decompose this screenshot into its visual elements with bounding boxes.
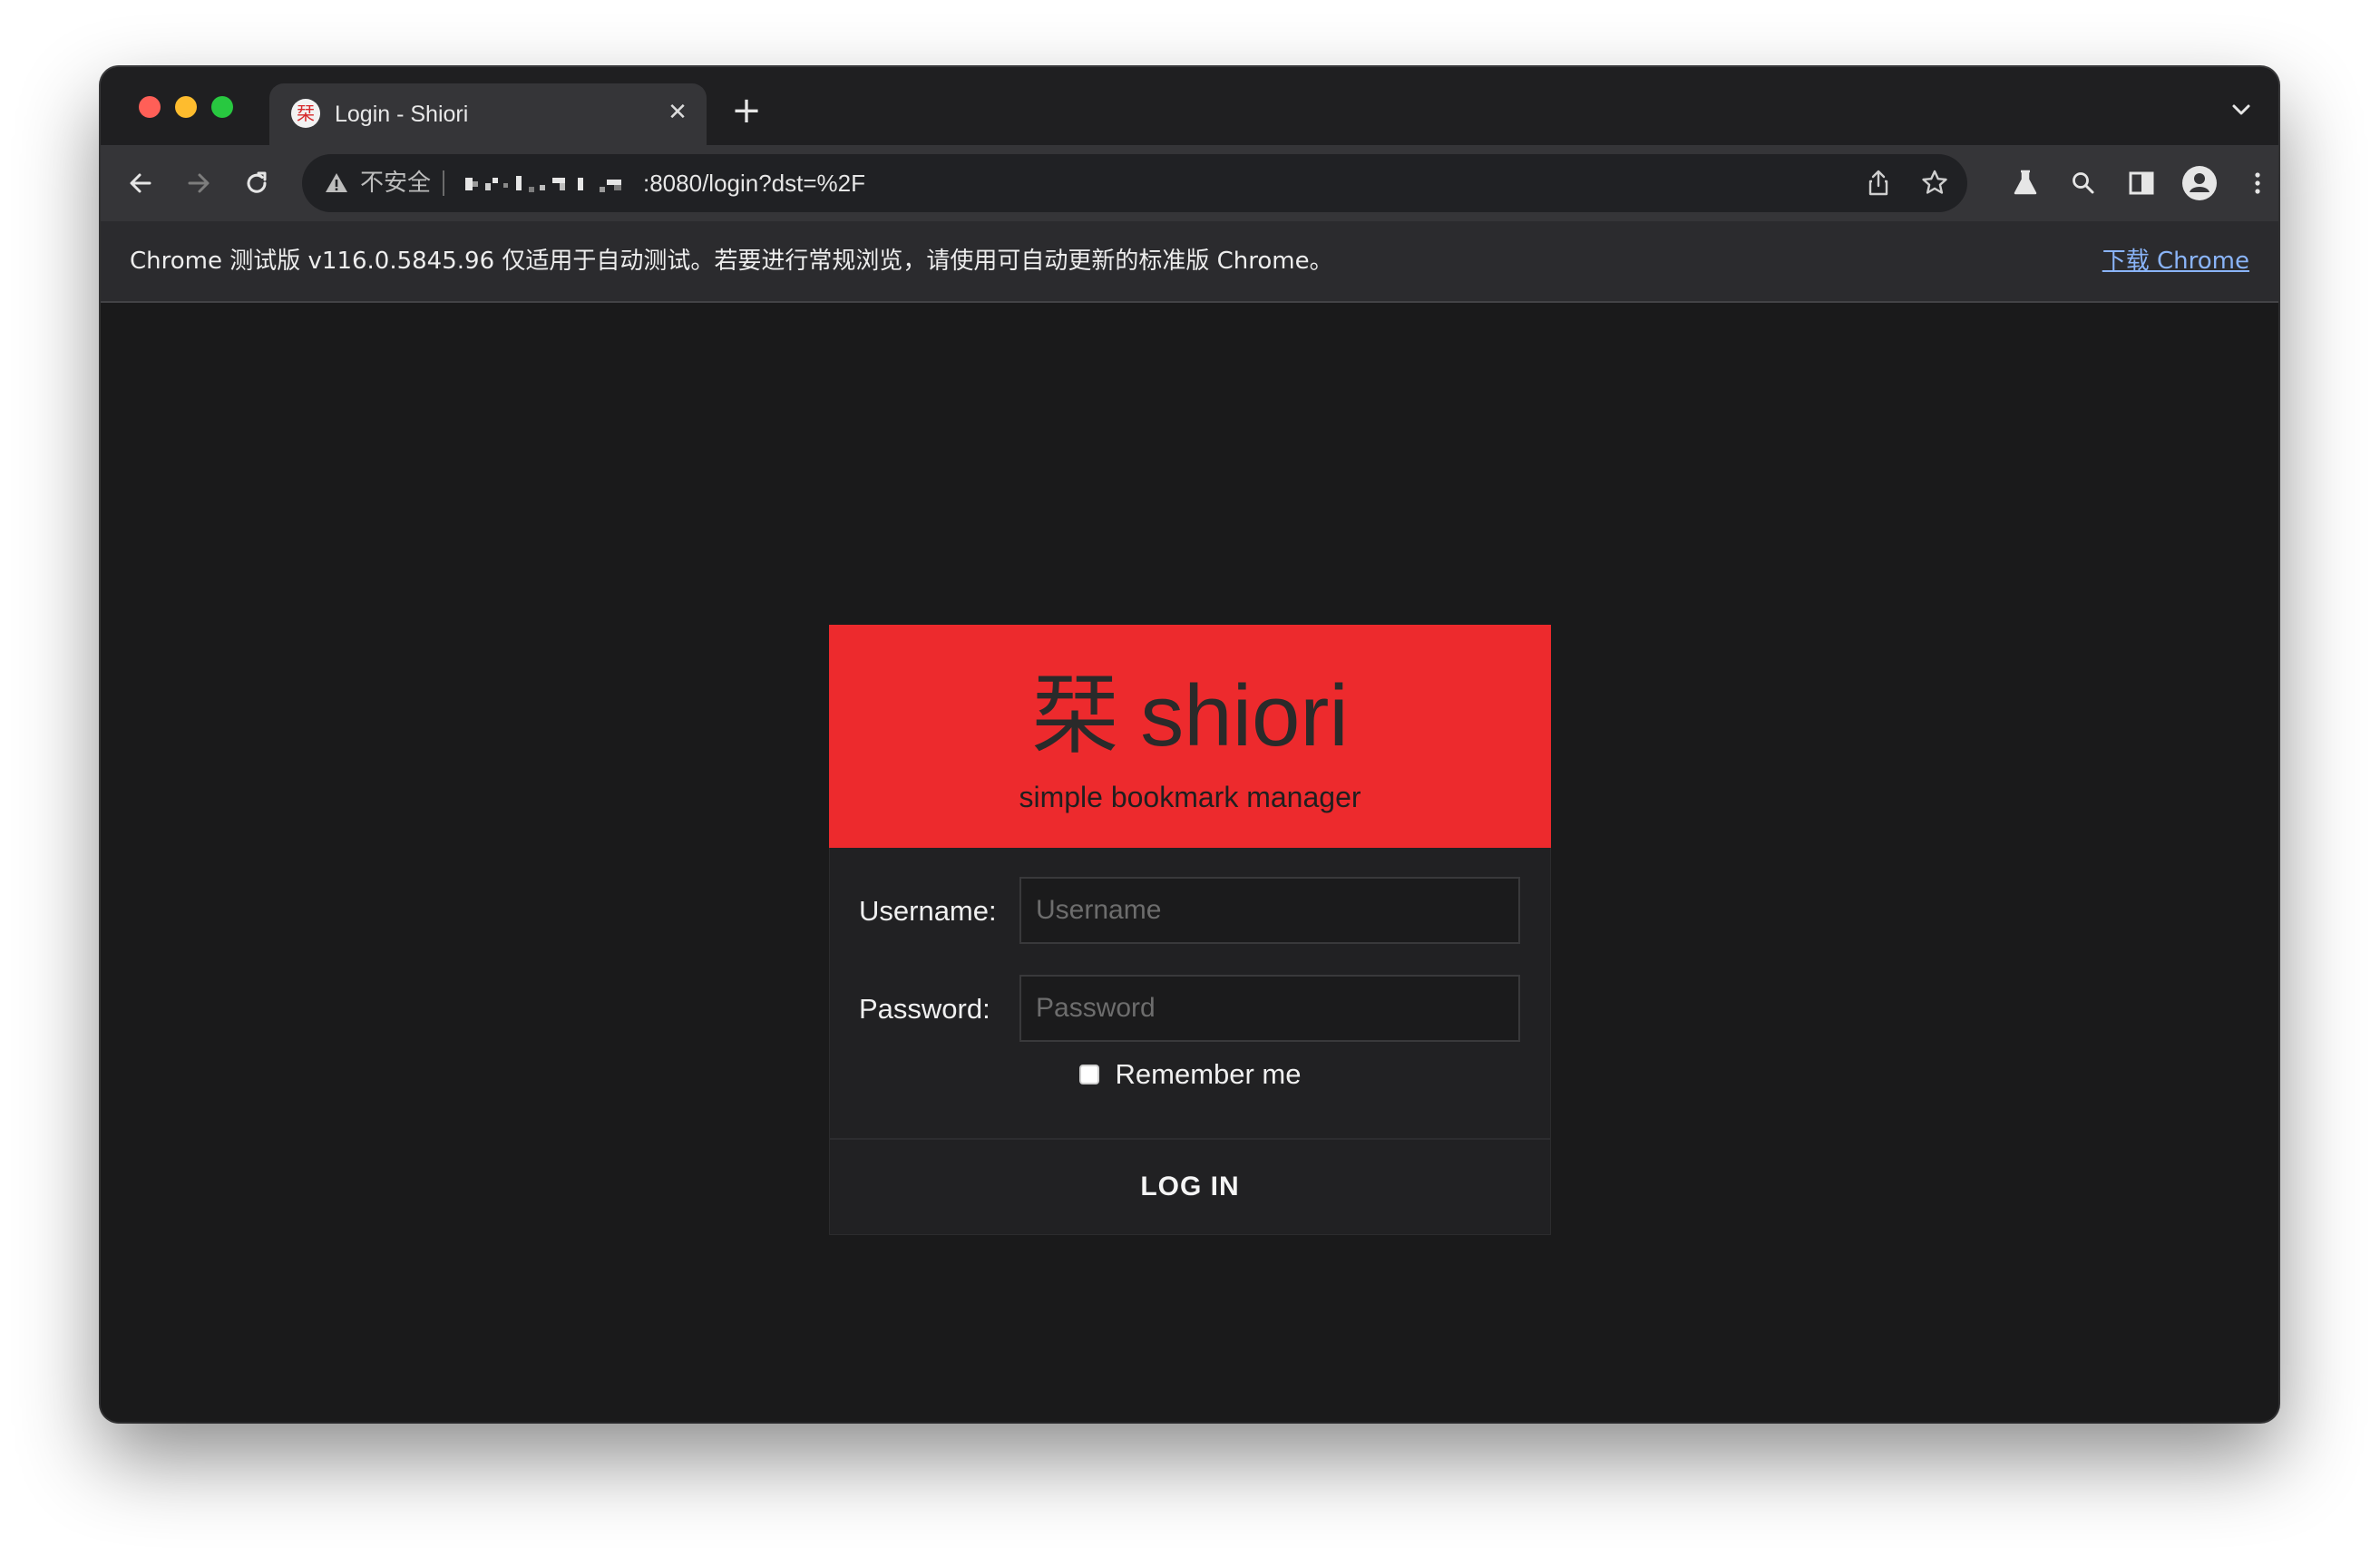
side-panel-icon <box>2129 171 2154 195</box>
search-icon <box>2073 172 2094 194</box>
login-button[interactable]: LOG IN <box>829 1138 1551 1235</box>
back-button[interactable] <box>119 161 162 205</box>
more-vertical-icon <box>2255 172 2260 194</box>
flask-icon <box>2014 170 2037 195</box>
download-chrome-link[interactable]: 下载 Chrome <box>2102 245 2249 277</box>
share-icon[interactable] <box>1862 167 1895 199</box>
password-label: Password: <box>859 993 990 1025</box>
redacted-host <box>465 176 621 192</box>
maximize-window-button[interactable] <box>211 96 233 118</box>
password-input[interactable] <box>1019 975 1520 1042</box>
menu-button[interactable] <box>2236 161 2278 205</box>
warning-triangle-icon[interactable] <box>324 170 349 196</box>
address-separator <box>443 170 444 196</box>
close-tab-icon[interactable]: ✕ <box>661 96 694 129</box>
remember-me-row: Remember me <box>830 1056 1550 1093</box>
tagline: simple bookmark manager <box>1019 781 1361 813</box>
profile-button[interactable] <box>2178 161 2221 205</box>
login-header: 栞 shiori simple bookmark manager <box>829 625 1551 848</box>
minimize-window-button[interactable] <box>175 96 197 118</box>
brand-name: shiori <box>1140 667 1349 764</box>
tab-strip: 栞 Login - Shiori ✕ + <box>101 67 2278 145</box>
not-secure-label[interactable]: 不安全 <box>360 167 431 199</box>
close-window-button[interactable] <box>139 96 161 118</box>
bookmark-star-icon[interactable] <box>1918 167 1951 199</box>
login-fields: Username: Password: Remember me <box>829 848 1551 1138</box>
page-content: 栞 shiori simple bookmark manager Username… <box>101 303 2278 1422</box>
login-button-label: LOG IN <box>1140 1172 1240 1201</box>
browser-toolbar: 不安全 :8080/login?dst=%2F <box>101 145 2278 221</box>
forward-button[interactable] <box>177 161 220 205</box>
arrow-right-icon <box>188 173 210 193</box>
remember-me-checkbox[interactable] <box>1078 1065 1099 1084</box>
new-tab-button[interactable]: + <box>727 91 766 131</box>
username-input[interactable] <box>1019 877 1520 944</box>
tab-title: Login - Shiori <box>335 102 469 127</box>
shiori-favicon-icon: 栞 <box>291 99 320 128</box>
remember-me-label[interactable]: Remember me <box>1116 1056 1302 1093</box>
arrow-left-icon <box>130 173 151 193</box>
side-panel-button[interactable] <box>2120 161 2163 205</box>
infobar-message: Chrome 测试版 v116.0.5845.96 仅适用于自动测试。若要进行常… <box>130 248 1333 275</box>
shiori-logo-icon: 栞 <box>1031 665 1119 766</box>
url-text[interactable]: :8080/login?dst=%2F <box>643 167 865 199</box>
tab-login-shiori[interactable]: 栞 Login - Shiori ✕ <box>269 83 707 145</box>
reload-button[interactable] <box>235 161 278 205</box>
username-label: Username: <box>859 895 997 927</box>
search-button[interactable] <box>2062 161 2105 205</box>
labs-button[interactable] <box>2004 161 2047 205</box>
brand-title: 栞 shiori <box>829 665 1551 767</box>
avatar-icon <box>2182 166 2217 200</box>
address-bar[interactable]: 不安全 :8080/login?dst=%2F <box>302 154 1967 212</box>
browser-window: 栞 Login - Shiori ✕ + 不安全:8080/login?dst… <box>101 67 2278 1422</box>
tab-search-chevron-down-icon[interactable] <box>2228 96 2255 123</box>
login-form: 栞 shiori simple bookmark manager Username… <box>829 625 1551 1235</box>
reload-icon <box>247 171 267 193</box>
chrome-for-testing-infobar: Chrome 测试版 v116.0.5845.96 仅适用于自动测试。若要进行常… <box>101 221 2278 303</box>
